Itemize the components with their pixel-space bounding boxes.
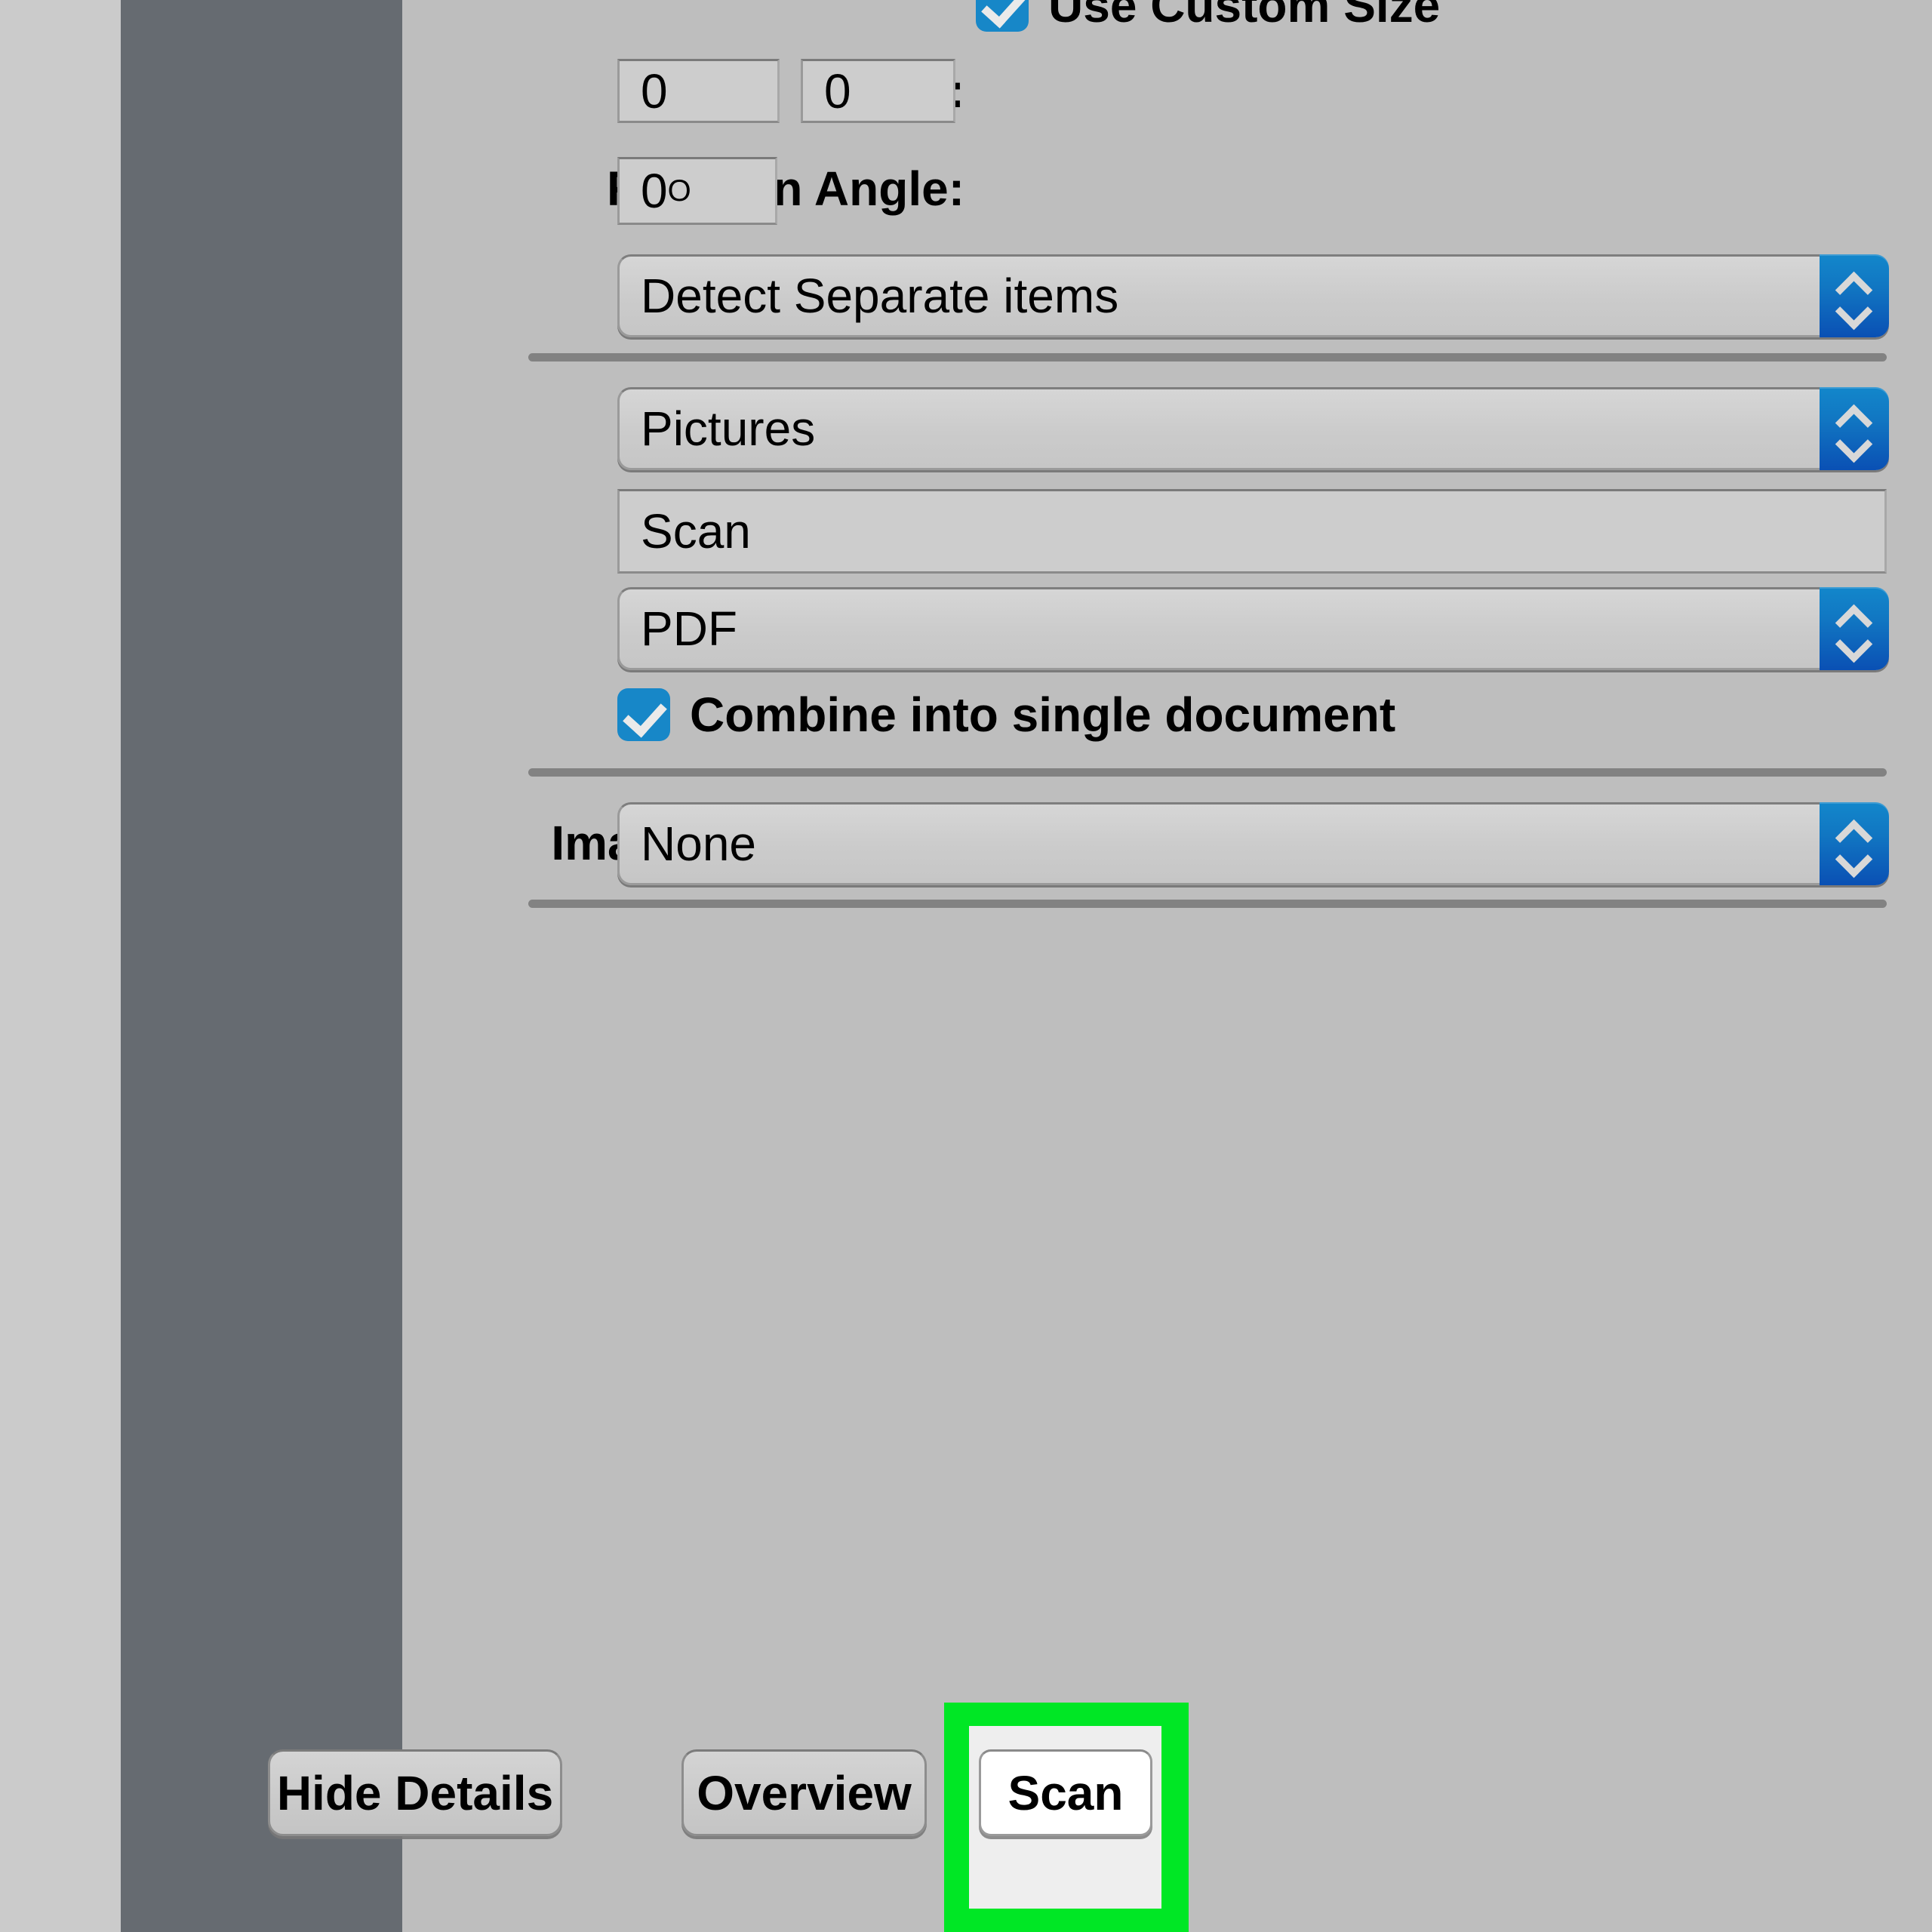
chevron-down-icon bbox=[1835, 846, 1873, 866]
section-divider-3 bbox=[528, 900, 1887, 908]
rotation-angle-input[interactable]: 0O bbox=[617, 157, 777, 225]
chevron-down-icon bbox=[1835, 431, 1873, 451]
chevron-up-icon bbox=[1835, 822, 1873, 841]
size-height-input[interactable]: 0 bbox=[801, 59, 955, 123]
image-correction-dropdown[interactable]: None bbox=[617, 802, 1889, 885]
window-sidebar-strip bbox=[121, 0, 402, 1932]
scan-to-dropdown[interactable]: Pictures bbox=[617, 387, 1889, 470]
chevron-up-down-icon[interactable] bbox=[1820, 802, 1889, 885]
window-left-edge bbox=[0, 0, 121, 1932]
rotation-angle-value: 0 bbox=[641, 163, 668, 219]
section-divider-1 bbox=[528, 353, 1887, 361]
section-divider-2 bbox=[528, 768, 1887, 777]
scan-to-value: Pictures bbox=[617, 387, 1820, 470]
name-input[interactable]: Scan bbox=[617, 489, 1887, 574]
chevron-up-icon bbox=[1835, 274, 1873, 294]
chevron-up-down-icon[interactable] bbox=[1820, 254, 1889, 337]
scan-button[interactable]: Scan bbox=[979, 1749, 1152, 1836]
use-custom-size-checkbox-row[interactable]: Use Custom Size bbox=[976, 0, 1440, 32]
chevron-up-icon bbox=[1835, 407, 1873, 426]
use-custom-size-label: Use Custom Size bbox=[1048, 0, 1440, 29]
image-correction-value: None bbox=[617, 802, 1820, 885]
chevron-down-icon bbox=[1835, 298, 1873, 318]
hide-details-button[interactable]: Hide Details bbox=[268, 1749, 562, 1836]
scanner-dialog-window: Use Custom Size Size: 0 0 Rotation Angle… bbox=[0, 0, 1932, 1932]
size-width-input[interactable]: 0 bbox=[617, 59, 780, 123]
format-value: PDF bbox=[617, 587, 1820, 670]
chevron-up-icon bbox=[1835, 607, 1873, 626]
combine-label: Combine into single document bbox=[690, 691, 1395, 739]
chevron-up-down-icon[interactable] bbox=[1820, 387, 1889, 470]
checkmark-icon[interactable] bbox=[976, 0, 1029, 32]
combine-into-single-document-checkbox-row[interactable]: Combine into single document bbox=[617, 688, 1395, 741]
format-dropdown[interactable]: PDF bbox=[617, 587, 1889, 670]
checkmark-icon[interactable] bbox=[617, 688, 670, 741]
scan-settings-panel: Use Custom Size Size: 0 0 Rotation Angle… bbox=[402, 0, 1932, 1932]
overview-button[interactable]: Overview bbox=[681, 1749, 927, 1836]
auto-selection-value: Detect Separate items bbox=[617, 254, 1820, 337]
chevron-up-down-icon[interactable] bbox=[1820, 587, 1889, 670]
chevron-down-icon bbox=[1835, 631, 1873, 651]
auto-selection-dropdown[interactable]: Detect Separate items bbox=[617, 254, 1889, 337]
